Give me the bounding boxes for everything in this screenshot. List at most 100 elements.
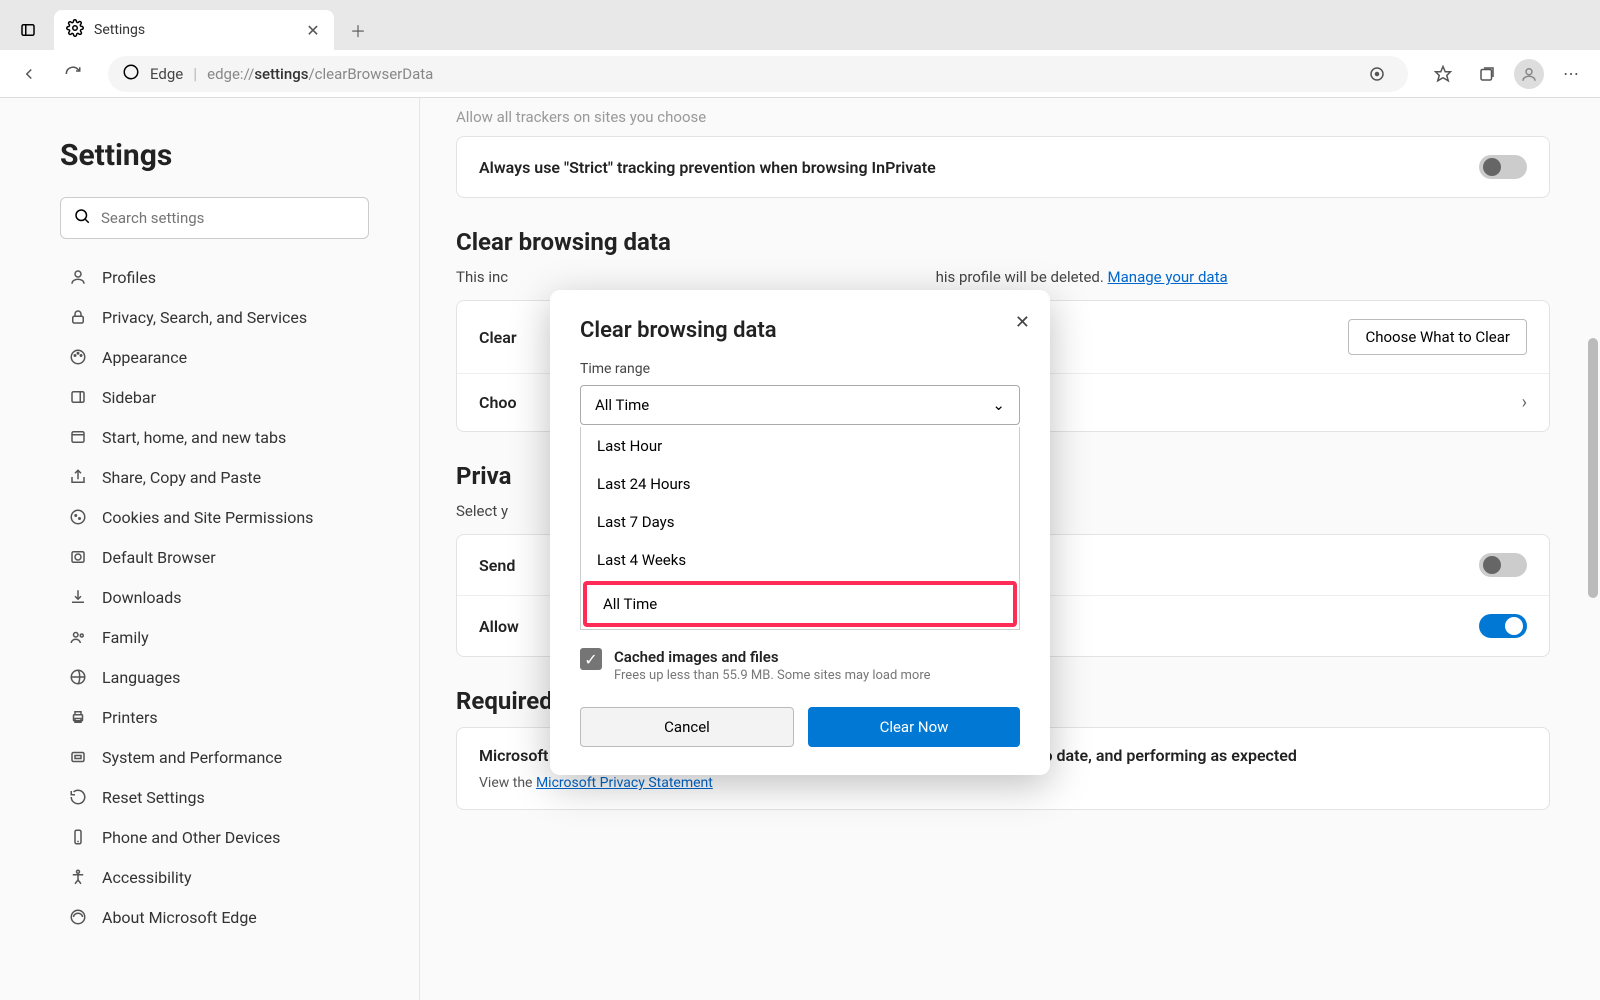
- send-dnt-label: Send: [479, 556, 515, 575]
- time-option-last-4-weeks[interactable]: Last 4 Weeks: [581, 541, 1019, 579]
- time-option-all-time[interactable]: All Time: [583, 581, 1017, 627]
- clear-now-row: Clear: [479, 328, 517, 347]
- refresh-button[interactable]: [56, 57, 90, 91]
- sidebar-item-about-microsoft-edge[interactable]: About Microsoft Edge: [60, 897, 369, 937]
- sidebar-item-label: Cookies and Site Permissions: [102, 508, 313, 527]
- browser-tab[interactable]: Settings ✕: [54, 10, 334, 50]
- sidebar-item-downloads[interactable]: Downloads: [60, 577, 369, 617]
- cookie-icon: [68, 507, 88, 527]
- choose-on-close-row: Choo: [479, 393, 517, 412]
- panel-icon: [68, 387, 88, 407]
- cancel-button[interactable]: Cancel: [580, 707, 794, 747]
- tab-title: Settings: [94, 22, 294, 38]
- phone-icon: [68, 827, 88, 847]
- send-dnt-toggle[interactable]: [1479, 553, 1527, 577]
- collections-icon[interactable]: [1470, 57, 1504, 91]
- sidebar-item-label: Phone and Other Devices: [102, 828, 280, 847]
- scrollbar[interactable]: [1588, 338, 1598, 598]
- sidebar-item-label: Share, Copy and Paste: [102, 468, 261, 487]
- search-icon: [73, 207, 91, 229]
- reset-icon: [68, 787, 88, 807]
- sidebar-item-label: System and Performance: [102, 748, 282, 767]
- sidebar-item-languages[interactable]: Languages: [60, 657, 369, 697]
- tracking-icon[interactable]: [1360, 57, 1394, 91]
- tab-actions-icon[interactable]: [10, 12, 46, 48]
- sidebar-item-phone-and-other-devices[interactable]: Phone and Other Devices: [60, 817, 369, 857]
- time-option-last-24-hours[interactable]: Last 24 Hours: [581, 465, 1019, 503]
- download-icon: [68, 587, 88, 607]
- sidebar-item-privacy-search-and-services[interactable]: Privacy, Search, and Services: [60, 297, 369, 337]
- address-label: Edge: [150, 65, 183, 83]
- allow-sites-label: Allow: [479, 617, 519, 636]
- sidebar-item-share-copy-and-paste[interactable]: Share, Copy and Paste: [60, 457, 369, 497]
- manage-data-link[interactable]: Manage your data: [1108, 268, 1228, 286]
- sidebar-item-system-and-performance[interactable]: System and Performance: [60, 737, 369, 777]
- back-button[interactable]: [12, 57, 46, 91]
- sidebar-item-accessibility[interactable]: Accessibility: [60, 857, 369, 897]
- sidebar-item-label: Privacy, Search, and Services: [102, 308, 307, 327]
- allow-sites-toggle[interactable]: [1479, 614, 1527, 638]
- cached-files-sub: Frees up less than 55.9 MB. Some sites m…: [614, 668, 931, 683]
- sidebar-item-reset-settings[interactable]: Reset Settings: [60, 777, 369, 817]
- close-dialog-button[interactable]: ✕: [1015, 312, 1030, 333]
- sidebar-item-profiles[interactable]: Profiles: [60, 257, 369, 297]
- time-option-last-7-days[interactable]: Last 7 Days: [581, 503, 1019, 541]
- chevron-right-icon[interactable]: ›: [1522, 392, 1527, 413]
- sidebar-item-cookies-and-site-permissions[interactable]: Cookies and Site Permissions: [60, 497, 369, 537]
- sidebar-item-label: Accessibility: [102, 868, 192, 887]
- sidebar-item-label: Start, home, and new tabs: [102, 428, 286, 447]
- sidebar-item-appearance[interactable]: Appearance: [60, 337, 369, 377]
- access-icon: [68, 867, 88, 887]
- cpu-icon: [68, 747, 88, 767]
- search-input[interactable]: [101, 209, 356, 227]
- clear-now-button[interactable]: Clear Now: [808, 707, 1020, 747]
- cached-files-checkbox[interactable]: ✓: [580, 648, 602, 670]
- sidebar-item-label: Family: [102, 628, 149, 647]
- edge-icon: [68, 907, 88, 927]
- search-settings[interactable]: [60, 197, 369, 239]
- dialog-title: Clear browsing data: [580, 318, 1020, 343]
- choose-what-to-clear-button[interactable]: Choose What to Clear: [1348, 319, 1527, 355]
- sidebar-item-printers[interactable]: Printers: [60, 697, 369, 737]
- time-range-select[interactable]: All Time ⌄: [580, 385, 1020, 425]
- close-tab-icon[interactable]: ✕: [304, 21, 322, 39]
- home-icon: [68, 427, 88, 447]
- more-icon[interactable]: ⋯: [1554, 57, 1588, 91]
- address-bar[interactable]: Edge | edge://settings/clearBrowserData: [108, 56, 1408, 92]
- sidebar-item-label: Appearance: [102, 348, 187, 367]
- sidebar-item-family[interactable]: Family: [60, 617, 369, 657]
- edge-logo-icon: [122, 63, 140, 85]
- family-icon: [68, 627, 88, 647]
- address-url: edge://settings/clearBrowserData: [207, 65, 433, 83]
- gear-icon: [66, 19, 84, 41]
- printer-icon: [68, 707, 88, 727]
- time-option-last-hour[interactable]: Last Hour: [581, 427, 1019, 465]
- sidebar-item-label: Languages: [102, 668, 180, 687]
- strict-tracking-toggle[interactable]: [1479, 155, 1527, 179]
- globe-icon: [68, 547, 88, 567]
- sidebar-item-default-browser[interactable]: Default Browser: [60, 537, 369, 577]
- sidebar-item-start-home-and-new-tabs[interactable]: Start, home, and new tabs: [60, 417, 369, 457]
- favorites-icon[interactable]: [1426, 57, 1460, 91]
- new-tab-button[interactable]: ＋: [340, 12, 376, 48]
- paint-icon: [68, 347, 88, 367]
- privacy-statement-link[interactable]: Microsoft Privacy Statement: [536, 775, 713, 791]
- time-range-dropdown: Last HourLast 24 HoursLast 7 DaysLast 4 …: [580, 427, 1020, 630]
- lang-icon: [68, 667, 88, 687]
- sidebar-item-label: Default Browser: [102, 548, 216, 567]
- profile-avatar[interactable]: [1514, 59, 1544, 89]
- tracker-hint: Allow all trackers on sites you choose: [456, 108, 1550, 126]
- sidebar-item-sidebar[interactable]: Sidebar: [60, 377, 369, 417]
- settings-heading: Settings: [60, 138, 369, 173]
- time-range-label: Time range: [580, 361, 1020, 377]
- sidebar-item-label: Printers: [102, 708, 158, 727]
- share-icon: [68, 467, 88, 487]
- sidebar-item-label: Sidebar: [102, 388, 156, 407]
- clear-data-desc: This inc his profile will be deleted. Ma…: [456, 268, 1550, 286]
- sidebar-item-label: Profiles: [102, 268, 156, 287]
- chevron-down-icon: ⌄: [992, 396, 1005, 414]
- sidebar-item-label: About Microsoft Edge: [102, 908, 257, 927]
- sidebar-item-label: Reset Settings: [102, 788, 205, 807]
- user-icon: [68, 267, 88, 287]
- sidebar-item-label: Downloads: [102, 588, 181, 607]
